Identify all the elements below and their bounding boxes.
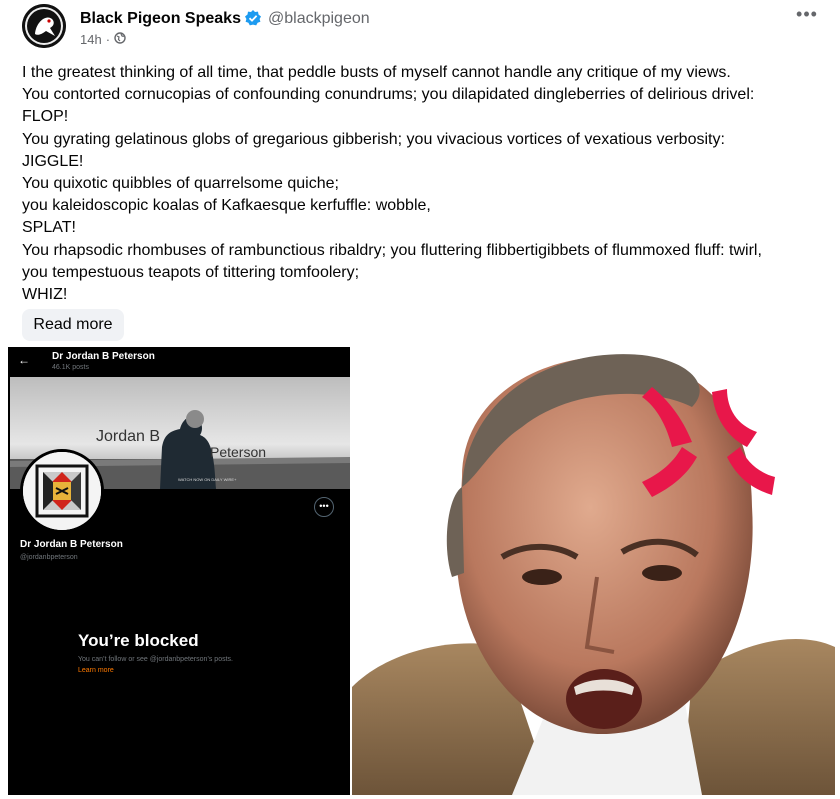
author-handle[interactable]: @blackpigeon xyxy=(268,10,370,28)
more-options-icon[interactable]: ••• xyxy=(792,4,822,26)
post-text-line: you kaleidoscopic koalas of Kafkaesque k… xyxy=(22,197,431,215)
screenshot-profile-name: Dr Jordan B Peterson xyxy=(20,539,123,550)
post-text-line: I the greatest thinking of all time, tha… xyxy=(22,64,731,81)
post-text-line: You rhapsodic rhombuses of rambunctious … xyxy=(22,241,762,259)
post-time[interactable]: 14h xyxy=(80,32,102,47)
post-text-line: You quixotic quibbles of quarrelsome qui… xyxy=(22,175,339,193)
post-header: Black Pigeon Speaks @blackpigeon 14h · •… xyxy=(22,4,822,48)
blocked-title: You’re blocked xyxy=(78,631,199,650)
blocked-description: You can’t follow or see @jordanbpeterson… xyxy=(78,656,233,663)
blocked-profile-screenshot[interactable]: ← Dr Jordan B Peterson 46.1K posts Jorda… xyxy=(8,347,350,795)
post-text-line: WHIZ! xyxy=(22,286,68,304)
banner-word-1: Jordan B xyxy=(96,428,160,445)
back-arrow-icon: ← xyxy=(18,353,30,367)
post-text-line: JIGGLE! xyxy=(22,152,84,170)
post-text-line: You gyrating gelatinous globs of gregari… xyxy=(22,130,725,148)
profile-picture xyxy=(20,449,104,533)
post-text: I the greatest thinking of all time, tha… xyxy=(22,62,822,306)
profile-more-icon[interactable]: ••• xyxy=(314,497,334,517)
learn-more-link: Learn more xyxy=(78,667,114,674)
author-name[interactable]: Black Pigeon Speaks xyxy=(80,10,241,28)
read-more-button[interactable]: Read more xyxy=(22,309,124,341)
post-text-line: you tempestuous teapots of tittering tom… xyxy=(22,263,360,281)
banner-tagline: WATCH NOW ON DAILY WIRE+ xyxy=(178,477,237,482)
globe-icon xyxy=(114,32,126,47)
post-text-line: FLOP! xyxy=(22,108,69,126)
screenshot-profile-handle: @jordanbpeterson xyxy=(20,554,78,561)
post-text-line: You contorted cornucopias of confounding… xyxy=(22,86,755,104)
banner-word-2: Peterson xyxy=(210,444,266,460)
screenshot-posts-count: 46.1K posts xyxy=(52,364,89,371)
verified-badge-icon xyxy=(244,9,262,27)
meta-separator: · xyxy=(105,32,111,47)
angry-face-photo[interactable] xyxy=(352,347,835,795)
post-text-line: SPLAT! xyxy=(22,219,76,237)
post-meta: 14h · xyxy=(80,32,126,47)
avatar[interactable] xyxy=(22,4,66,48)
screenshot-top-name: Dr Jordan B Peterson xyxy=(52,351,155,362)
screenshot-topbar: ← Dr Jordan B Peterson 46.1K posts xyxy=(8,347,350,377)
